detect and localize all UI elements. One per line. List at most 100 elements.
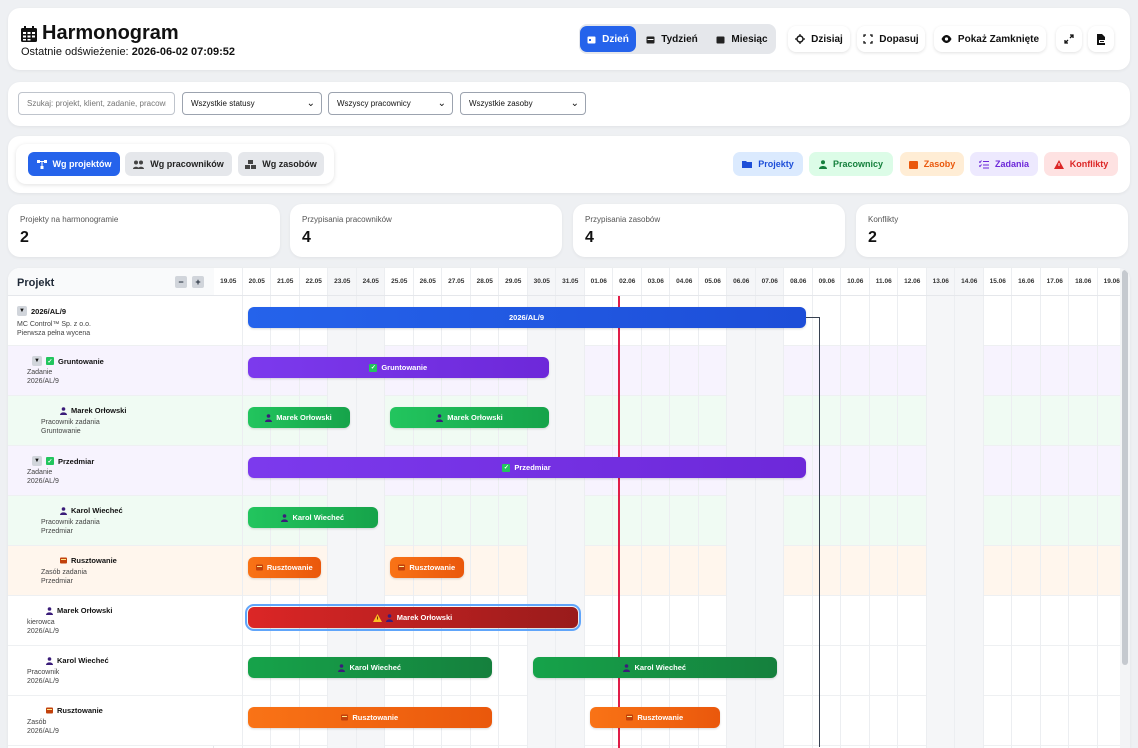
gantt-bar[interactable]: Karol Wiecheć: [247, 507, 378, 528]
user-icon: [46, 606, 53, 615]
expand-toggle[interactable]: ▼: [32, 456, 42, 466]
gantt-bar[interactable]: Rusztowanie: [247, 557, 321, 578]
search-input[interactable]: [18, 92, 175, 115]
date-label: 24.05: [356, 268, 385, 296]
legend-resources[interactable]: Zasoby: [900, 152, 964, 176]
gantt-bar[interactable]: Marek Orłowski: [390, 407, 549, 428]
gantt-bar[interactable]: Marek Orłowski: [247, 407, 350, 428]
legend-workers[interactable]: Pracownicy: [809, 152, 893, 176]
row-title: Rusztowanie: [60, 556, 117, 565]
calendar-month-icon: [716, 35, 725, 44]
stat-label: Przypisania zasobów: [585, 215, 661, 224]
fullscreen-button[interactable]: [1056, 26, 1082, 52]
tree-row[interactable]: Rusztowanie Zasób zadania Przedmiar: [8, 546, 214, 596]
date-label: 01.06: [584, 268, 613, 296]
user-icon: [265, 413, 273, 422]
date-label: 10.06: [841, 268, 870, 296]
row-subtitle: 2026/AL/9: [27, 628, 59, 635]
vertical-scrollbar[interactable]: [1120, 268, 1130, 748]
tree-row[interactable]: Marek Orłowski Pracownik zadania Gruntowan…: [8, 396, 214, 446]
row-title-text: Karol Wiecheć: [57, 656, 109, 665]
gantt-bar[interactable]: ✓ Gruntowanie: [247, 357, 549, 378]
gantt-bar-conflict[interactable]: Marek Orłowski: [244, 604, 581, 631]
show-closed-button[interactable]: Pokaż Zamknięte: [934, 26, 1046, 52]
workers-select[interactable]: Wszyscy pracownicy ⌄: [328, 92, 453, 115]
group-by-resource-button[interactable]: Wg zasobów: [238, 152, 324, 176]
export-pdf-button[interactable]: [1088, 26, 1114, 52]
bar-label: Karol Wiecheć: [349, 663, 402, 672]
date-label: 08.06: [784, 268, 813, 296]
bar-label: 2026/AL/9: [508, 313, 545, 322]
row-title: Rusztowanie: [46, 706, 103, 715]
expand-frame-icon: [863, 34, 873, 44]
date-label: 23.05: [328, 268, 357, 296]
legend-conflicts[interactable]: Konflikty: [1044, 152, 1118, 176]
today-button[interactable]: Dzisiaj: [788, 26, 850, 52]
user-icon: [385, 613, 393, 622]
chevron-down-icon: ⌄: [437, 98, 446, 109]
date-label: 06.06: [727, 268, 756, 296]
tree-row[interactable]: Karol Wiecheć Pracownik zadania Przedmiar: [8, 496, 214, 546]
row-title-text: Rusztowanie: [71, 556, 117, 565]
gantt-bar[interactable]: 2026/AL/9: [247, 307, 806, 328]
user-icon: [436, 413, 444, 422]
eye-icon: [941, 34, 952, 44]
gantt-bar[interactable]: Rusztowanie: [247, 707, 492, 728]
fit-button[interactable]: Dopasuj: [857, 26, 925, 52]
group-by-project-button[interactable]: Wg projektów: [28, 152, 120, 176]
row-subtitle: Przedmiar: [41, 528, 73, 535]
day-column: [1041, 268, 1069, 748]
view-week-button[interactable]: Tydzień: [641, 26, 703, 52]
gantt-bar[interactable]: Karol Wiecheć: [532, 657, 777, 678]
gantt-bar[interactable]: ✓ Przedmiar: [247, 457, 806, 478]
user-icon: [60, 506, 67, 515]
box-icon: [626, 714, 634, 721]
resources-select[interactable]: Wszystkie zasoby ⌄: [460, 92, 586, 115]
date-label: 14.06: [955, 268, 984, 296]
legend-projects[interactable]: Projekty: [733, 152, 803, 176]
gantt-bar[interactable]: Karol Wiecheć: [247, 657, 492, 678]
collapse-all-button[interactable]: −: [175, 276, 187, 288]
stat-value: 2: [20, 229, 29, 246]
gantt-bar[interactable]: Rusztowanie: [589, 707, 720, 728]
status-select[interactable]: Wszystkie statusy ⌄: [182, 92, 322, 115]
date-label: 25.05: [385, 268, 414, 296]
bar-label: Rusztowanie: [637, 713, 684, 722]
date-label: 20.05: [242, 268, 271, 296]
today-line: [618, 296, 620, 748]
row-title-text: Rusztowanie: [57, 706, 103, 715]
view-day-button[interactable]: Dzień: [580, 26, 636, 52]
bar-label: Rusztowanie: [352, 713, 399, 722]
row-subtitle: MC Control™ Sp. z o.o.: [17, 321, 91, 328]
row-subtitle: kierowca: [27, 619, 55, 626]
day-column: [926, 268, 955, 748]
boxes-icon: [245, 159, 257, 169]
tree-row[interactable]: Karol Wiecheć Pracownik 2026/AL/9: [8, 646, 214, 696]
tree-row[interactable]: ▼ ✓ Przedmiar Zadanie 2026/AL/9: [8, 446, 214, 496]
stat-label: Konflikty: [868, 215, 899, 224]
grouping-panel: Wg projektów Wg pracowników Wg zasobów P…: [8, 136, 1130, 193]
day-column: [984, 268, 1012, 748]
day-column: [870, 268, 898, 748]
row-subtitle: Zadanie: [27, 469, 53, 476]
tree-row[interactable]: Rusztowanie Zasób 2026/AL/9: [8, 696, 214, 746]
expand-toggle[interactable]: ▼: [17, 306, 27, 316]
expand-toggle[interactable]: ▼: [32, 356, 42, 366]
stat-conflicts: Konflikty 2: [856, 204, 1128, 257]
row-title-text: Marek Orłowski: [57, 606, 113, 615]
expand-all-button[interactable]: +: [192, 276, 204, 288]
tree-row[interactable]: ▼ 2026/AL/9 MC Control™ Sp. z o.o. Pierwsza…: [8, 296, 214, 346]
gantt-bar[interactable]: Rusztowanie: [390, 557, 464, 578]
date-label: 13.06: [926, 268, 955, 296]
bar-label: Karol Wiecheć: [292, 513, 345, 522]
tree-row[interactable]: Marek Orłowski kierowca 2026/AL/9: [8, 596, 214, 646]
legend-tasks[interactable]: Zadania: [970, 152, 1038, 176]
date-label: 26.05: [413, 268, 442, 296]
scrollbar-thumb[interactable]: [1122, 270, 1128, 665]
chevron-down-icon: ⌄: [570, 98, 579, 109]
stat-label: Projekty na harmonogramie: [20, 215, 119, 224]
tree-row[interactable]: ▼ ✓ Gruntowanie Zadanie 2026/AL/9: [8, 346, 214, 396]
group-by-worker-button[interactable]: Wg pracowników: [125, 152, 232, 176]
view-month-button[interactable]: Miesiąc: [709, 26, 775, 52]
checkbox-icon: ✓: [502, 463, 511, 472]
